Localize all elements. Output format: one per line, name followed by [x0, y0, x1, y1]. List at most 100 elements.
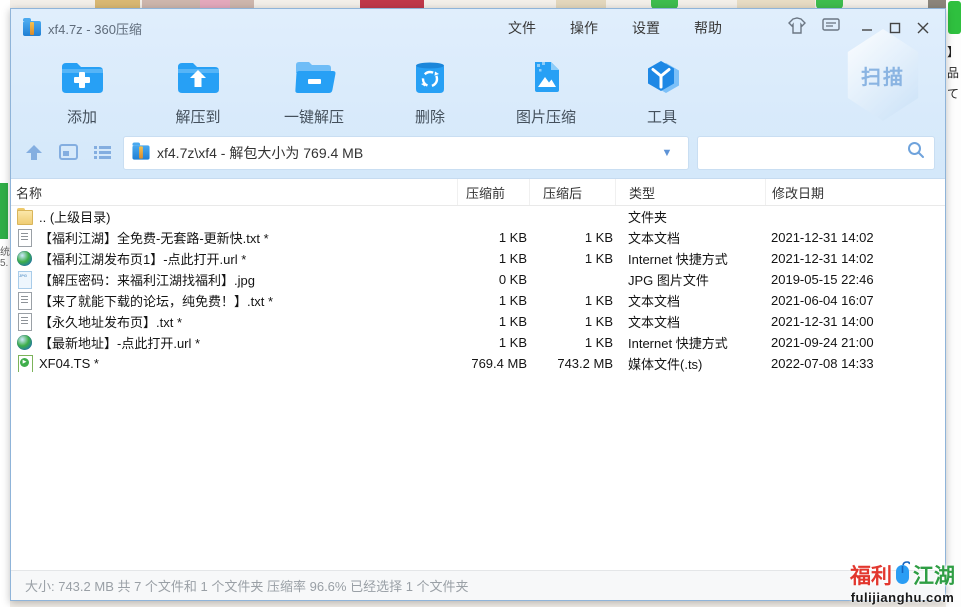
menu-help[interactable]: 帮助	[677, 12, 739, 44]
window-title: xf4.7z - 360压缩	[48, 19, 142, 38]
file-size-after: 743.2 MB	[529, 356, 615, 371]
file-date: 2021-12-31 14:00	[765, 314, 933, 329]
tools-button[interactable]: 工具	[621, 53, 703, 127]
file-row[interactable]: 【永久地址发布页】.txt * 1 KB 1 KB 文本文档 2021-12-3…	[11, 311, 945, 332]
file-row[interactable]: XF04.TS * 769.4 MB 743.2 MB 媒体文件(.ts) 20…	[11, 353, 945, 374]
file-list-header: 名称 压缩前 压缩后 类型 修改日期	[11, 179, 945, 206]
tools-cube-icon	[639, 57, 685, 102]
file-size-after: 1 KB	[529, 293, 615, 308]
desktop-edge-text: 统 5.	[0, 243, 10, 269]
delete-button[interactable]: 删除	[389, 53, 471, 127]
globe-file-icon	[16, 250, 33, 267]
add-button[interactable]: 添加	[41, 53, 123, 127]
file-date: 2021-12-31 14:02	[765, 251, 933, 266]
status-text: 大小: 743.2 MB 共 7 个文件和 1 个文件夹 压缩率 96.6% 已…	[25, 576, 469, 595]
file-size-before: 1 KB	[457, 293, 529, 308]
site-watermark: 福利 江湖 fulijianghu.com	[850, 560, 955, 605]
text-file-icon	[16, 229, 33, 246]
menu-file[interactable]: 文件	[491, 12, 553, 44]
tool-label: 图片压缩	[516, 106, 576, 127]
watermark-text-left: 福利	[850, 560, 892, 590]
address-bar[interactable]: xf4.7z\xf4 - 解包大小为 769.4 MB ▼	[123, 136, 689, 170]
thumbnail-view-icon[interactable]	[55, 141, 81, 165]
tool-label: 删除	[415, 106, 445, 127]
file-size-before: 769.4 MB	[457, 356, 529, 371]
file-name: 【来了就能下载的论坛，纯免费！】.txt *	[39, 291, 273, 310]
scan-badge-label: 扫描	[861, 61, 905, 90]
image-compress-icon	[523, 57, 569, 102]
file-size-before: 0 KB	[457, 272, 529, 287]
file-name: 【福利江湖发布页1】-点此打开.url *	[39, 249, 246, 268]
file-type: 文件夹	[615, 207, 765, 226]
image-compress-button[interactable]: 图片压缩	[505, 53, 587, 127]
text-file-icon	[16, 292, 33, 309]
file-type: 文本文档	[615, 228, 765, 247]
header-size-after[interactable]: 压缩后	[529, 179, 615, 205]
search-input[interactable]	[706, 145, 906, 160]
file-size-before: 1 KB	[457, 230, 529, 245]
address-dropdown-icon[interactable]: ▼	[654, 147, 680, 159]
file-row[interactable]: 【解压密码：来福利江湖找福利】.jpg 0 KB JPG 图片文件 2019-0…	[11, 269, 945, 290]
file-row[interactable]: .. (上级目录) 文件夹	[11, 206, 945, 227]
title-bar: xf4.7z - 360压缩 文件 操作 设置 帮助	[11, 9, 945, 47]
jpg-file-icon	[16, 271, 33, 288]
one-click-extract-button[interactable]: 一键解压	[273, 53, 355, 127]
file-type: Internet 快捷方式	[615, 249, 765, 268]
close-button[interactable]	[909, 15, 937, 41]
extract-to-button[interactable]: 解压到	[157, 53, 239, 127]
header-size-before[interactable]: 压缩前	[457, 179, 529, 205]
file-size-after: 1 KB	[529, 335, 615, 350]
file-date: 2021-06-04 16:07	[765, 293, 933, 308]
feedback-message-icon[interactable]	[821, 17, 841, 39]
extract-to-folder-icon	[175, 57, 221, 102]
file-row[interactable]: 【福利江湖发布页1】-点此打开.url * 1 KB 1 KB Internet…	[11, 248, 945, 269]
header-name[interactable]: 名称	[11, 179, 457, 205]
file-date: 2019-05-15 22:46	[765, 272, 933, 287]
file-size-after: 1 KB	[529, 314, 615, 329]
one-click-extract-icon	[291, 57, 337, 102]
titlebar-extra-icons	[787, 17, 841, 40]
search-icon[interactable]	[906, 140, 926, 165]
skin-theme-icon[interactable]	[787, 17, 807, 40]
file-size-before: 1 KB	[457, 335, 529, 350]
list-view-icon[interactable]	[89, 141, 115, 165]
file-name: 【永久地址发布页】.txt *	[39, 312, 182, 331]
header-spacer	[933, 179, 945, 205]
up-directory-icon[interactable]	[21, 141, 47, 165]
window-chrome: xf4.7z - 360压缩 文件 操作 设置 帮助	[11, 9, 945, 179]
file-date: 2021-09-24 21:00	[765, 335, 933, 350]
menu-bar: 文件 操作 设置 帮助	[491, 12, 739, 44]
tool-label: 添加	[67, 106, 97, 127]
search-box[interactable]	[697, 136, 935, 170]
address-row: xf4.7z\xf4 - 解包大小为 769.4 MB ▼	[11, 133, 945, 179]
file-name: 【最新地址】-点此打开.url *	[39, 333, 200, 352]
tool-label: 一键解压	[284, 106, 344, 127]
menu-action[interactable]: 操作	[553, 12, 615, 44]
archive-file-icon	[132, 145, 149, 159]
file-type: 文本文档	[615, 312, 765, 331]
media-file-icon	[16, 355, 33, 372]
toolbar: 添加 解压到	[11, 47, 945, 133]
file-date: 2022-07-08 14:33	[765, 356, 933, 371]
file-type: 文本文档	[615, 291, 765, 310]
file-type: Internet 快捷方式	[615, 333, 765, 352]
file-row[interactable]: 【来了就能下载的论坛，纯免费！】.txt * 1 KB 1 KB 文本文档 20…	[11, 290, 945, 311]
delete-trash-icon	[407, 57, 453, 102]
file-name: .. (上级目录)	[39, 207, 111, 226]
tool-label: 工具	[647, 106, 677, 127]
desktop-fragment	[0, 183, 8, 239]
watermark-text-right: 江湖	[913, 560, 955, 590]
file-name: 【解压密码：来福利江湖找福利】.jpg	[39, 270, 255, 289]
header-type[interactable]: 类型	[615, 179, 765, 205]
archive-app-icon	[23, 21, 41, 36]
file-list: .. (上级目录) 文件夹 【福利江湖】全免费-无套路-更新快.txt * 1 …	[11, 206, 945, 570]
menu-settings[interactable]: 设置	[615, 12, 677, 44]
desktop-fragment	[948, 1, 961, 34]
file-row[interactable]: 【福利江湖】全免费-无套路-更新快.txt * 1 KB 1 KB 文本文档 2…	[11, 227, 945, 248]
desktop-background-right: 】品 て	[946, 0, 961, 607]
file-name: XF04.TS *	[39, 356, 99, 371]
watermark-domain: fulijianghu.com	[850, 590, 955, 605]
file-row[interactable]: 【最新地址】-点此打开.url * 1 KB 1 KB Internet 快捷方…	[11, 332, 945, 353]
app-window: xf4.7z - 360压缩 文件 操作 设置 帮助	[10, 8, 946, 601]
header-date[interactable]: 修改日期	[765, 179, 933, 205]
